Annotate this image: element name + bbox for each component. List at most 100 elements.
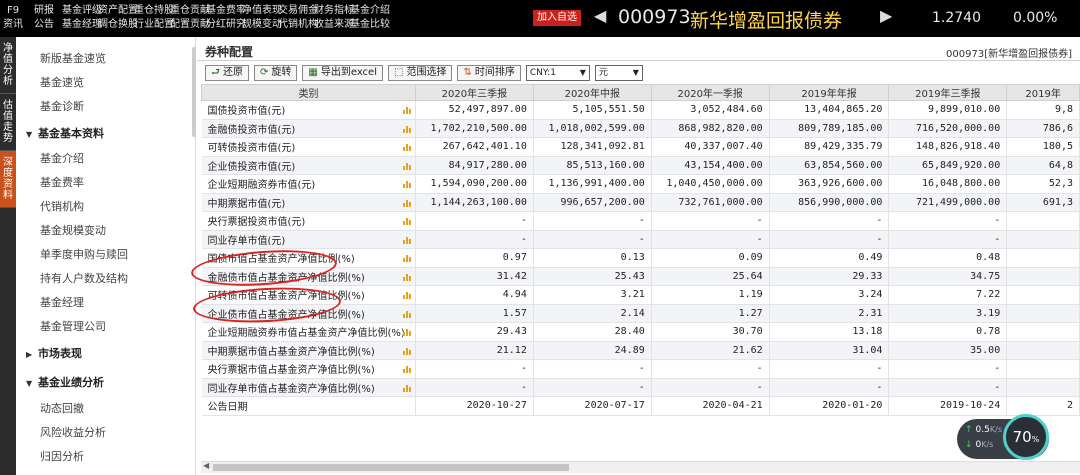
sidebar-item[interactable]: 基金管理公司 bbox=[40, 318, 106, 334]
top-menu-item[interactable]: 研报 公告 bbox=[26, 0, 62, 37]
top-menu-label[interactable]: 基金比较 bbox=[350, 18, 390, 32]
prev-fund-arrow-icon[interactable]: ◀ bbox=[594, 6, 606, 25]
bar-chart-icon[interactable] bbox=[402, 162, 411, 170]
sidebar-group[interactable]: ▶ 市场表现 bbox=[26, 345, 82, 361]
horizontal-scrollbar[interactable]: ◀ bbox=[201, 461, 1080, 473]
top-menu-label[interactable]: 基金经理 bbox=[62, 18, 102, 32]
table-row[interactable]: 金融债投资市值(元) 1,702,210,500.00 1,018,002,599.… bbox=[201, 119, 1080, 138]
next-fund-arrow-icon[interactable]: ▶ bbox=[880, 6, 892, 25]
table-row[interactable]: 企业短期融资券市值(元) 1,594,090,200.00 1,136,991,40… bbox=[201, 174, 1080, 194]
expand-down-icon[interactable]: ▼ bbox=[26, 379, 38, 388]
top-menu-item[interactable]: 重仓持股 行业配置 bbox=[134, 0, 174, 37]
table-row[interactable]: 同业存单市值占基金资产净值比例(%) - - - - - bbox=[201, 378, 1080, 397]
top-menu-label[interactable]: 行业配置 bbox=[134, 18, 174, 32]
expand-right-icon[interactable]: ▶ bbox=[26, 350, 38, 359]
expand-down-icon[interactable]: ▼ bbox=[26, 130, 38, 139]
top-menu-label[interactable]: 重仓持股 bbox=[134, 4, 174, 18]
unit-select[interactable]: 元 ▼ bbox=[594, 65, 643, 81]
top-menu-label[interactable]: 研报 bbox=[26, 4, 62, 18]
top-menu-label[interactable]: 交易佣金 bbox=[278, 4, 318, 18]
bar-chart-icon[interactable] bbox=[402, 328, 411, 336]
bar-chart-icon[interactable] bbox=[402, 384, 411, 392]
bar-chart-icon[interactable] bbox=[402, 199, 411, 207]
scrollbar-thumb[interactable] bbox=[213, 464, 569, 471]
add-to-watchlist-button[interactable]: 加入自选 bbox=[533, 10, 581, 26]
sidebar-item[interactable]: 代销机构 bbox=[40, 198, 84, 214]
top-menu-item[interactable]: 财务指标 收益来源 bbox=[314, 0, 354, 37]
column-header-period[interactable]: 2019年 bbox=[1006, 84, 1080, 101]
bond-allocation-table-wrap[interactable]: 类别 2020年三季报 2020年中报 2020年一季报 2019年年报 2019年三季报… bbox=[201, 84, 1080, 463]
table-row[interactable]: 企业短期融资券市值占基金资产净值比例(%) 29.43 28.40 30.70 13.1… bbox=[201, 322, 1080, 342]
table-row[interactable]: 同业存单市值(元) - - - - - bbox=[201, 230, 1080, 249]
table-row[interactable]: 中期票据市值占基金资产净值比例(%) 21.12 24.89 21.62 31.04 35… bbox=[201, 341, 1080, 360]
time-sort-button[interactable]: ⇅ 时间排序 bbox=[457, 65, 521, 81]
top-menu-label[interactable]: 资讯 bbox=[0, 18, 26, 32]
bar-chart-icon[interactable] bbox=[402, 106, 411, 114]
sidebar-item[interactable]: 基金费率 bbox=[40, 174, 84, 190]
sidebar-item[interactable]: 基金经理 bbox=[40, 294, 84, 310]
top-menu-label[interactable]: 收益来源 bbox=[314, 18, 354, 32]
sidebar-item[interactable]: 单季度申购与赎回 bbox=[40, 246, 128, 262]
network-speed-widget[interactable]: ↑ 0.5K/s ↓ 0K/s 70% bbox=[957, 414, 1049, 460]
top-menu-label[interactable]: 资产配置 bbox=[98, 4, 138, 18]
export-excel-button[interactable]: ▦ 导出到excel bbox=[302, 65, 383, 81]
table-row[interactable]: 金融债市值占基金资产净值比例(%) 31.42 25.43 25.64 29.33 34.… bbox=[201, 267, 1080, 286]
top-menu-label[interactable]: 基金评级 bbox=[62, 4, 102, 18]
top-menu-item[interactable]: 交易佣金 代销机构 bbox=[278, 0, 318, 37]
top-menu-label[interactable]: 重仓贡献 bbox=[170, 4, 210, 18]
sidebar-item[interactable]: 基金介绍 bbox=[40, 150, 84, 166]
vertical-tab[interactable]: 深度资料 bbox=[0, 151, 16, 208]
top-menu-label[interactable]: 代销机构 bbox=[278, 18, 318, 32]
bar-chart-icon[interactable] bbox=[402, 217, 411, 225]
sidebar-item[interactable]: 动态回撤 bbox=[40, 400, 84, 416]
sidebar-item[interactable]: 风险收益分析 bbox=[40, 424, 106, 440]
column-header-category[interactable]: 类别 bbox=[201, 84, 416, 101]
vertical-tab[interactable]: 净值分析 bbox=[0, 37, 16, 94]
top-menu-item[interactable]: F9 资讯 bbox=[0, 0, 26, 37]
range-select-button[interactable]: ⬚ 范围选择 bbox=[388, 65, 453, 81]
sidebar-item[interactable]: 基金速览 bbox=[40, 74, 84, 90]
top-menu-label[interactable]: 基金费率 bbox=[206, 4, 246, 18]
bar-chart-icon[interactable] bbox=[402, 143, 411, 151]
column-header-period[interactable]: 2020年中报 bbox=[532, 84, 652, 101]
bar-chart-icon[interactable] bbox=[402, 180, 411, 188]
bar-chart-icon[interactable] bbox=[402, 347, 411, 355]
top-menu-item[interactable]: 资产配置 调仓换股 bbox=[98, 0, 138, 37]
vertical-tab[interactable]: 估值走势 bbox=[0, 94, 16, 151]
top-menu-item[interactable]: 重仓贡献 配置贡献 bbox=[170, 0, 210, 37]
top-menu-label[interactable]: F9 bbox=[0, 4, 26, 18]
sidebar-item[interactable]: 新版基金速览 bbox=[40, 50, 106, 66]
top-menu-label[interactable]: 规模变动 bbox=[242, 18, 282, 32]
top-menu-item[interactable]: 净值表现 规模变动 bbox=[242, 0, 282, 37]
bar-chart-icon[interactable] bbox=[402, 365, 411, 373]
column-header-period[interactable]: 2020年一季报 bbox=[650, 84, 770, 101]
sidebar-item[interactable]: 基金诊断 bbox=[40, 98, 84, 114]
table-row[interactable]: 中期票据市值(元) 1,144,263,100.00 996,657,200.00 7… bbox=[201, 193, 1080, 212]
top-menu-label[interactable]: 净值表现 bbox=[242, 4, 282, 18]
bar-chart-icon[interactable] bbox=[402, 125, 411, 133]
sidebar-group[interactable]: ▼ 基金业绩分析 bbox=[26, 374, 104, 390]
table-row[interactable]: 公告日期 2020-10-27 2020-07-17 2020-04-21 2020-0… bbox=[201, 396, 1080, 416]
table-row[interactable]: 央行票据市值占基金资产净值比例(%) - - - - - bbox=[201, 359, 1080, 379]
column-header-period[interactable]: 2019年三季报 bbox=[888, 84, 1008, 101]
bar-chart-icon[interactable] bbox=[402, 310, 411, 318]
bar-chart-icon[interactable] bbox=[402, 273, 411, 281]
top-menu-item[interactable]: 基金介绍 基金比较 bbox=[350, 0, 390, 37]
table-row[interactable]: 可转债投资市值(元) 267,642,401.10 128,341,092.81 40… bbox=[201, 137, 1080, 157]
top-menu-label[interactable]: 分红研究 bbox=[206, 18, 246, 32]
scroll-left-arrow-icon[interactable]: ◀ bbox=[203, 461, 209, 470]
top-menu-label[interactable]: 配置贡献 bbox=[170, 18, 210, 32]
sidebar-group[interactable]: ▼ 基金基本资料 bbox=[26, 125, 104, 141]
column-header-period[interactable]: 2019年年报 bbox=[768, 84, 890, 101]
sidebar-item[interactable]: 基金规模变动 bbox=[40, 222, 106, 238]
bar-chart-icon[interactable] bbox=[402, 291, 411, 299]
currency-select[interactable]: CNY:1 ▼ bbox=[525, 65, 590, 81]
top-menu-label[interactable]: 基金介绍 bbox=[350, 4, 390, 18]
top-menu-label[interactable]: 公告 bbox=[26, 18, 62, 32]
sidebar-item[interactable]: 持有人户数及结构 bbox=[40, 270, 128, 286]
table-row[interactable]: 央行票据投资市值(元) - - - - - bbox=[201, 211, 1080, 231]
top-menu-label[interactable]: 财务指标 bbox=[314, 4, 354, 18]
table-row[interactable]: 企业债投资市值(元) 84,917,280.00 85,513,160.00 43,1… bbox=[201, 156, 1080, 175]
table-row[interactable]: 国债投资市值(元) 52,497,897.00 5,105,551.50 3,052,… bbox=[201, 100, 1080, 120]
top-menu-label[interactable]: 调仓换股 bbox=[98, 18, 138, 32]
